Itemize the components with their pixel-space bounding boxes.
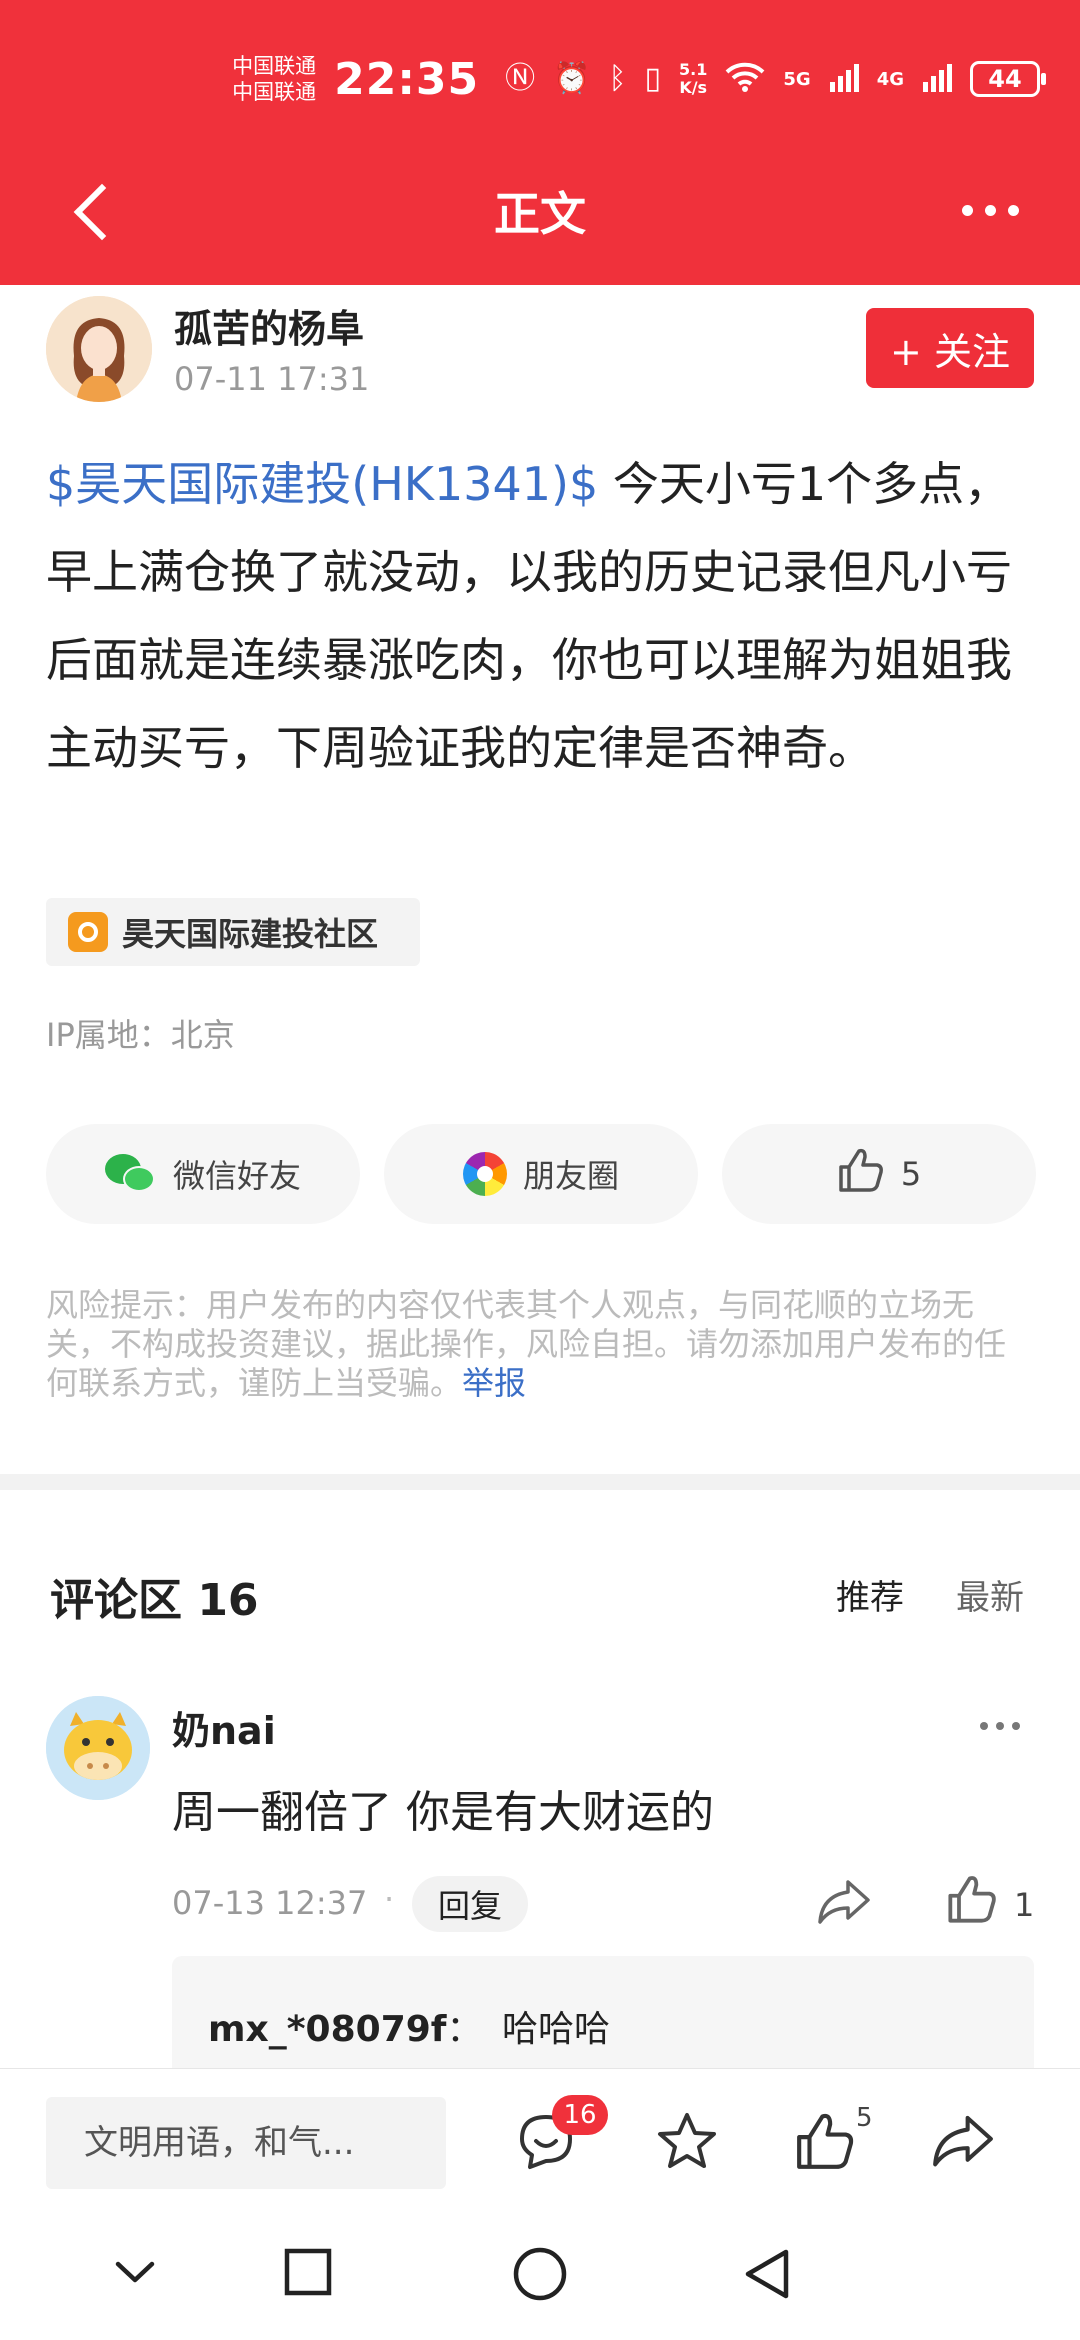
comment-time: 07-13 12:37 <box>172 1884 368 1922</box>
share-wechat-label: 微信好友 <box>172 1157 301 1195</box>
more-options-icon[interactable] <box>950 190 1030 230</box>
nav-hide-keyboard-icon[interactable] <box>110 2246 160 2300</box>
sort-latest-tab[interactable]: 最新 <box>956 1570 1024 1619</box>
risk-notice: 风险提示：用户发布的内容仅代表其个人观点，与同花顺的立场无关，不构成投资建议，据… <box>46 1286 1036 1403</box>
share-forward-icon[interactable] <box>930 2111 996 2173</box>
section-divider <box>0 1474 1080 1490</box>
comments-title: 评论区 16 <box>50 1575 259 1626</box>
nfc-icon: Ⓝ <box>505 61 536 96</box>
comment-share-icon[interactable] <box>816 1876 872 1930</box>
carrier-1: 中国联通 <box>232 54 317 78</box>
carrier-info: 中国联通 中国联通 <box>232 53 316 105</box>
network-speed: 5.1 K/s <box>679 61 707 97</box>
network-5g-label: 5G <box>783 68 811 90</box>
commenter-name[interactable]: 奶nai <box>172 1700 276 1755</box>
carrier-2: 中国联通 <box>232 80 317 104</box>
reply-preview[interactable]: mx_*08079f： 哈哈哈 <box>172 1956 1034 2076</box>
community-tag[interactable]: 昊天国际建投社区 <box>46 898 420 966</box>
comment-separator-dot: · <box>384 1880 395 1918</box>
signal-icon-1 <box>829 62 859 96</box>
community-icon <box>68 912 108 952</box>
post-content: $昊天国际建投(HK1341)$ 今天小亏1个多点，早上满仓换了就没动，以我的历… <box>46 440 1036 792</box>
share-wechat-button[interactable]: 微信好友 <box>46 1124 360 1224</box>
comment-like-icon[interactable] <box>946 1874 998 1928</box>
network-speed-unit: K/s <box>679 78 708 97</box>
vibrate-icon: ▯ <box>644 61 662 96</box>
comment-count-badge: 16 <box>552 2095 608 2135</box>
reply-user: mx_*08079f： <box>208 2000 482 2052</box>
battery-indicator: 44 <box>970 61 1046 97</box>
sort-recommend-tab[interactable]: 推荐 <box>836 1570 904 1619</box>
favorite-star-icon[interactable] <box>656 2111 718 2175</box>
page-title: 正文 <box>494 187 586 241</box>
stock-link[interactable]: $昊天国际建投(HK1341)$ <box>46 457 598 511</box>
thumbs-up-icon <box>837 1147 885 1201</box>
comment-like-count: 1 <box>1014 1886 1035 1924</box>
reply-separator: ： <box>446 2009 483 2050</box>
bottom-like-icon[interactable] <box>794 2111 856 2175</box>
author-name[interactable]: 孤苦的杨阜 <box>174 298 364 353</box>
author-avatar[interactable] <box>46 296 152 402</box>
share-moments-label: 朋友圈 <box>522 1157 619 1195</box>
nav-back-icon[interactable] <box>742 2246 792 2306</box>
system-nav-bar <box>0 2210 1080 2340</box>
alarm-icon: ⏰ <box>553 61 591 96</box>
wifi-icon <box>725 60 765 98</box>
status-bar: 中国联通 中国联通 22:35 Ⓝ ⏰ ᛒ ▯ 5.1 K/s 5G 4G 44 <box>232 44 1046 114</box>
status-time: 22:35 <box>334 53 480 105</box>
community-name: 昊天国际建投社区 <box>122 915 379 953</box>
report-link[interactable]: 举报 <box>462 1364 526 1402</box>
title-bar: 正文 <box>0 160 1080 260</box>
reply-text: 哈哈哈 <box>502 2009 611 2050</box>
commenter-avatar[interactable] <box>46 1696 150 1800</box>
ip-location: IP属地：北京 <box>46 1016 235 1054</box>
network-4g-label: 4G <box>876 68 904 90</box>
bottom-like-count: 5 <box>856 2103 873 2133</box>
network-speed-value: 5.1 <box>679 60 708 79</box>
nav-home-icon[interactable] <box>512 2246 568 2306</box>
share-row: 微信好友 朋友圈 5 <box>46 1124 1036 1224</box>
signal-icon-2 <box>922 62 952 96</box>
comment-text: 周一翻倍了 你是有大财运的 <box>172 1787 714 1838</box>
bottom-action-bar: 文明用语，和气... 16 5 <box>0 2068 1080 2210</box>
like-count: 5 <box>900 1155 922 1193</box>
reply-user-name: mx_*08079f <box>208 2009 447 2050</box>
bluetooth-icon: ᛒ <box>608 61 627 96</box>
share-moments-button[interactable]: 朋友圈 <box>384 1124 698 1224</box>
comment-input[interactable]: 文明用语，和气... <box>46 2097 446 2189</box>
moments-icon <box>462 1152 507 1196</box>
like-button[interactable]: 5 <box>722 1124 1036 1224</box>
reply-button[interactable]: 回复 <box>412 1876 528 1932</box>
nav-recents-icon[interactable] <box>282 2246 334 2302</box>
app-header: 中国联通 中国联通 22:35 Ⓝ ⏰ ᛒ ▯ 5.1 K/s 5G 4G 44… <box>0 0 1080 285</box>
follow-button[interactable]: + 关注 <box>866 308 1034 388</box>
wechat-icon <box>104 1154 157 1194</box>
comment-more-icon[interactable] <box>980 1716 1030 1736</box>
post-time: 07-11 17:31 <box>174 360 370 398</box>
